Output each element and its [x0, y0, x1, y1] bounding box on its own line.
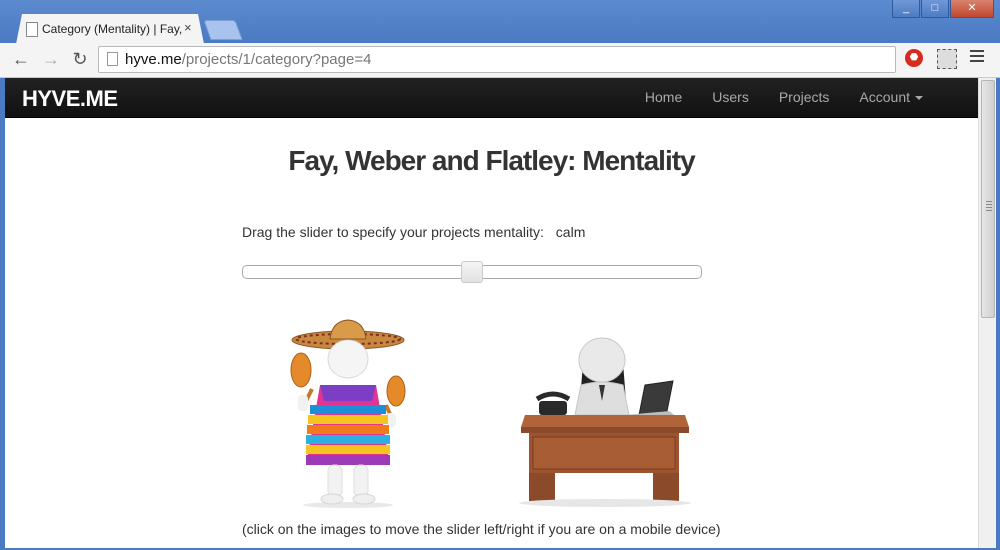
- close-window-button[interactable]: ✕: [950, 0, 994, 18]
- url-path: /projects/1/category?page=4: [181, 51, 372, 68]
- address-bar[interactable]: hyve.me/projects/1/category?page=4: [98, 46, 896, 73]
- browser-tab[interactable]: Category (Mentality) | Fay, ×: [16, 14, 204, 44]
- scrollbar-grip-icon: [986, 201, 992, 213]
- back-icon[interactable]: ←: [10, 49, 32, 70]
- prompt-text: Drag the slider to specify your projects…: [242, 224, 544, 240]
- page-viewport: HYVE.ME Home Users Projects Account Fay,…: [5, 78, 978, 548]
- adblock-icon[interactable]: ⬣: [905, 49, 923, 67]
- vertical-scrollbar[interactable]: [978, 78, 996, 548]
- tab-close-icon[interactable]: ×: [184, 20, 192, 35]
- browser-toolbar: ← → ↻ hyve.me/projects/1/category?page=4…: [0, 43, 1000, 78]
- url-text: hyve.me/projects/1/category?page=4: [125, 47, 371, 72]
- site-logo[interactable]: HYVE.ME: [22, 86, 118, 112]
- mentality-value: calm: [555, 224, 586, 240]
- nav-links: Home Users Projects Account: [630, 78, 938, 117]
- nav-account-label: Account: [859, 89, 910, 105]
- scrollbar-thumb[interactable]: [981, 80, 995, 318]
- nav-projects[interactable]: Projects: [764, 78, 845, 117]
- menu-icon[interactable]: [970, 50, 984, 65]
- reload-icon[interactable]: ↻: [69, 49, 91, 70]
- extension-icon[interactable]: [937, 49, 957, 69]
- page-title: Fay, Weber and Flatley: Mentality: [288, 145, 695, 176]
- minimize-button[interactable]: _: [892, 0, 920, 18]
- tab-title: Category (Mentality) | Fay,: [42, 22, 182, 36]
- forward-icon[interactable]: →: [40, 49, 62, 70]
- slider-handle[interactable]: [461, 261, 483, 283]
- mobile-hint-caption: (click on the images to move the slider …: [242, 521, 721, 537]
- mentality-slider[interactable]: [242, 261, 702, 283]
- page-icon: [107, 52, 118, 66]
- page-icon: [26, 22, 38, 37]
- nav-users[interactable]: Users: [697, 78, 764, 117]
- office-worker-image[interactable]: [517, 323, 705, 508]
- caret-down-icon: [915, 96, 923, 101]
- site-navbar: HYVE.ME Home Users Projects Account: [5, 78, 978, 118]
- url-domain: hyve.me: [125, 51, 182, 68]
- nav-home[interactable]: Home: [630, 78, 697, 117]
- window-controls: _ □ ✕: [891, 0, 994, 18]
- mentality-prompt: Drag the slider to specify your projects…: [242, 224, 585, 240]
- maximize-button[interactable]: □: [921, 0, 949, 18]
- new-tab-button[interactable]: [203, 20, 243, 40]
- nav-account[interactable]: Account: [844, 78, 938, 117]
- mexican-figure-image[interactable]: [268, 315, 428, 508]
